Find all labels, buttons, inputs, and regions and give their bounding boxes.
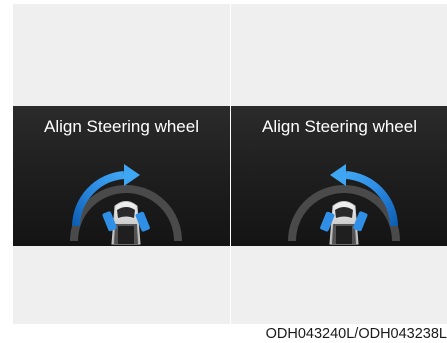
car-icon bbox=[111, 201, 141, 245]
figure-caption: ODH043240L/ODH043238L bbox=[265, 326, 447, 342]
display-screen-right: Align Steering wheel bbox=[231, 106, 447, 246]
car-icon bbox=[329, 201, 359, 245]
steering-diagram-left bbox=[70, 164, 182, 245]
steering-diagram-right bbox=[288, 164, 400, 245]
display-screen-left: Align Steering wheel bbox=[13, 106, 230, 246]
